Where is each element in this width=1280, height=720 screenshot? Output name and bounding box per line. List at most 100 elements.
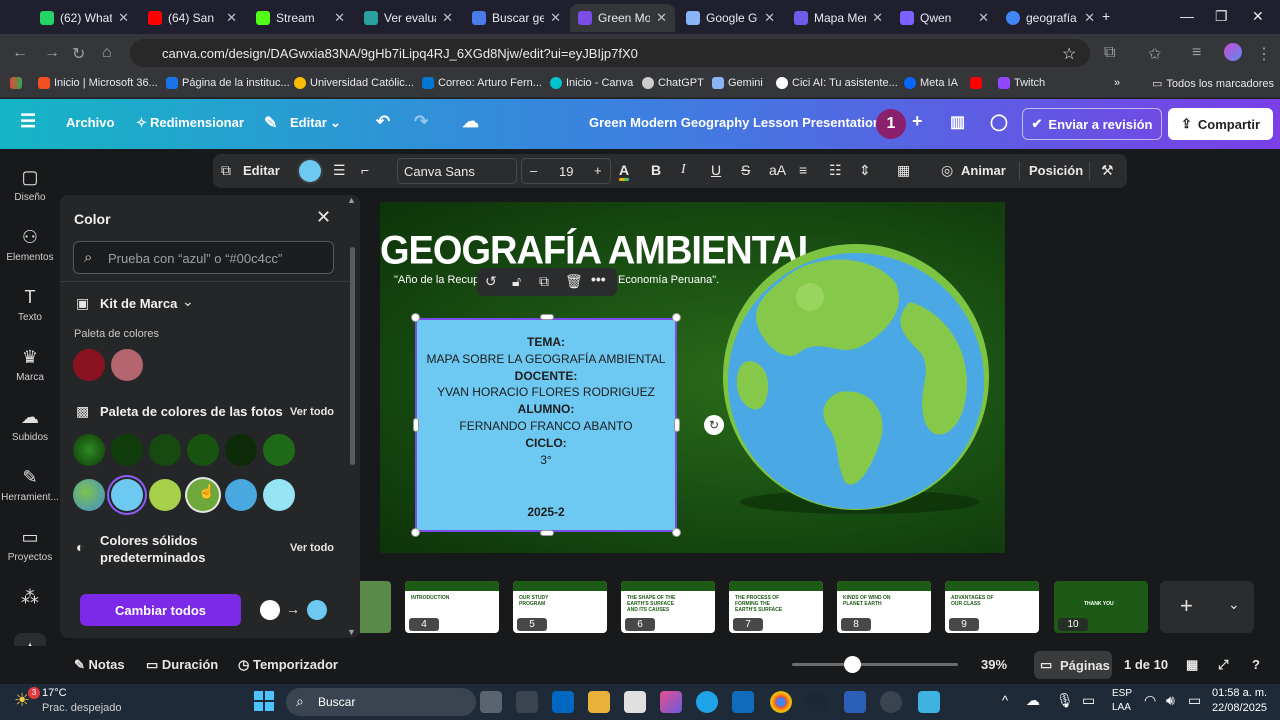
page-thumbnail[interactable]: THE SHAPE OF THE EARTH'S SURFACE AND ITS… <box>621 581 715 633</box>
rail-item-elements[interactable]: ⚇ Elementos <box>0 227 60 263</box>
selected-color-swatch[interactable] <box>111 479 143 511</box>
menu-icon[interactable]: ⋮ <box>1256 44 1272 64</box>
photo-color-swatch[interactable] <box>225 479 257 511</box>
resize-handle[interactable] <box>672 528 681 537</box>
bookmark-item[interactable]: Gemini <box>712 77 763 89</box>
home-icon[interactable]: ⌂ <box>102 44 112 62</box>
rail-item-brand[interactable]: ♛ Marca <box>0 347 60 383</box>
scrollbar[interactable] <box>350 247 355 465</box>
hamburger-icon[interactable]: ☰ <box>20 111 36 132</box>
close-tab-icon[interactable]: ✕ <box>978 10 989 26</box>
fullscreen-icon[interactable]: ⤢ <box>1218 657 1228 673</box>
photo-color-swatch[interactable] <box>187 434 219 466</box>
analytics-icon[interactable]: ▥ <box>950 112 965 132</box>
url-field[interactable]: canva.com/design/DAGwxia83NA/9gHb7iLipq4… <box>130 39 1090 67</box>
scroll-down-icon[interactable]: ▼ <box>347 627 356 637</box>
avatar[interactable]: 1 <box>876 109 906 139</box>
page-thumbnail[interactable]: ADVANTAGES OF OUR CLASS 9 <box>945 581 1039 633</box>
taskbar-app-icon[interactable] <box>624 691 646 713</box>
browser-tab[interactable]: (64) San ✕ <box>140 4 245 32</box>
taskbar-search[interactable]: ⌕ Buscar <box>286 688 476 716</box>
notes-button[interactable]: ✎ Notas <box>74 657 125 673</box>
new-tab-icon[interactable]: + <box>1102 8 1110 24</box>
case-icon[interactable]: aA <box>769 162 786 178</box>
edit-button[interactable]: Editar <box>243 163 280 178</box>
pages-button[interactable]: ▭ Páginas <box>1034 651 1112 679</box>
page-thumbnail-partial[interactable] <box>360 581 391 633</box>
resize-button[interactable]: Redimensionar <box>150 115 244 130</box>
delete-icon[interactable]: 🗑︎ <box>565 273 583 290</box>
profile-icon[interactable] <box>1224 43 1242 61</box>
border-style-icon[interactable]: ☰ <box>333 162 346 179</box>
duration-button[interactable]: ▭ Duración <box>146 657 218 673</box>
photo-color-swatch[interactable] <box>73 479 105 511</box>
browser-tab[interactable]: (62) WhatsApp✕ <box>32 4 137 32</box>
page-thumbnail[interactable]: THANK YOU 10 <box>1054 581 1148 633</box>
close-tab-icon[interactable]: ✕ <box>656 10 667 26</box>
resize-handle[interactable] <box>540 314 554 320</box>
browser-tab[interactable]: geografía ✕ <box>998 4 1103 32</box>
resize-handle[interactable] <box>674 418 680 432</box>
zoom-slider-thumb[interactable] <box>844 656 861 673</box>
rail-item-uploads[interactable]: ☁ Subidos <box>0 407 60 443</box>
taskbar-app-icon[interactable] <box>516 691 538 713</box>
close-tab-icon[interactable]: ✕ <box>118 10 129 26</box>
zoom-slider[interactable] <box>792 656 958 673</box>
list-icon[interactable]: ☷ <box>829 162 842 179</box>
tray-chevron-icon[interactable]: ^ <box>1002 693 1008 708</box>
position-button[interactable]: Posición <box>1029 163 1083 178</box>
bookmark-star-icon[interactable]: ☆ <box>1062 44 1076 64</box>
resize-handle[interactable] <box>411 313 420 322</box>
duplicate-icon[interactable]: ⧉ <box>539 273 549 290</box>
rail-item-projects[interactable]: ▭ Proyectos <box>0 527 60 563</box>
help-icon[interactable]: ? <box>1252 657 1260 672</box>
bookmark-item[interactable]: Universidad Católic... <box>294 77 414 89</box>
wifi-icon[interactable]: ◠ <box>1144 692 1156 709</box>
restore-icon[interactable]: ❐ <box>1215 8 1228 25</box>
taskbar-app-icon[interactable] <box>880 691 902 713</box>
browser-tab[interactable]: Mapa Men ✕ <box>786 4 891 32</box>
bookmark-item[interactable]: ChatGPT <box>642 77 704 89</box>
earth-globe-image[interactable] <box>720 242 995 517</box>
photo-color-swatch[interactable] <box>263 479 295 511</box>
lock-icon[interactable]: 🔓︎ <box>512 273 521 290</box>
photo-color-swatch[interactable] <box>263 434 295 466</box>
onedrive-icon[interactable]: ☁ <box>1026 692 1040 709</box>
rail-item-design[interactable]: ▢ Diseño <box>0 167 60 203</box>
minimize-icon[interactable]: — <box>1180 8 1194 24</box>
apps-icon[interactable] <box>10 77 22 89</box>
spacing-icon[interactable]: ⇕ <box>859 162 871 179</box>
animate-button[interactable]: Animar <box>961 163 1006 178</box>
info-text-box[interactable]: TEMA: MAPA SOBRE LA GEOGRAFÍA AMBIENTAL … <box>415 318 677 532</box>
task-view-icon[interactable] <box>480 691 502 713</box>
page-thumbnail[interactable]: OUR STUDY PROGRAM 5 <box>513 581 607 633</box>
bookmark-item[interactable]: Meta IA <box>904 77 958 89</box>
redo-icon[interactable]: ↷ <box>414 112 428 132</box>
browser-tab[interactable]: Qwen ✕ <box>892 4 997 32</box>
file-menu[interactable]: Archivo <box>66 115 114 130</box>
battery-icon[interactable]: ▭ <box>1188 692 1201 709</box>
photo-color-swatch[interactable] <box>73 434 105 466</box>
taskbar-app-icon[interactable] <box>844 691 866 713</box>
taskbar-app-icon[interactable] <box>588 691 610 713</box>
see-all-link[interactable]: Ver todo <box>290 542 334 554</box>
browser-tab[interactable]: Stream ✕ <box>248 4 353 32</box>
browser-tab-active[interactable]: Green Mo ✕ <box>570 4 675 32</box>
notepad-icon[interactable] <box>918 691 940 713</box>
share-button[interactable]: ⇪ Compartir <box>1168 108 1273 140</box>
bookmark-item[interactable]: Correo: Arturo Fern... <box>422 77 542 89</box>
bookmark-item[interactable]: Inicio - Canva <box>550 77 633 89</box>
bookmark-item[interactable]: Página de la instituc... <box>166 77 290 89</box>
browser-tab[interactable]: Ver evaluación✕ <box>356 4 461 32</box>
close-tab-icon[interactable]: ✕ <box>764 10 775 26</box>
close-tab-icon[interactable]: ✕ <box>550 10 561 26</box>
bookmark-item[interactable] <box>970 77 986 89</box>
close-icon[interactable]: ✕ <box>316 207 331 228</box>
slide-canvas[interactable]: GEOGRAFÍA AMBIENTAL "Año de la Recup e la… <box>380 202 1005 553</box>
color-search-input[interactable]: ⌕ Prueba con “azul” o “#00c4cc” <box>73 241 334 274</box>
browser-tab[interactable]: Buscar gen✕ <box>464 4 569 32</box>
close-tab-icon[interactable]: ✕ <box>1084 10 1095 26</box>
comment-icon[interactable]: ◯ <box>990 112 1008 132</box>
resize-handle[interactable] <box>411 528 420 537</box>
taskbar-app-icon[interactable]: ▭ <box>1082 692 1095 709</box>
